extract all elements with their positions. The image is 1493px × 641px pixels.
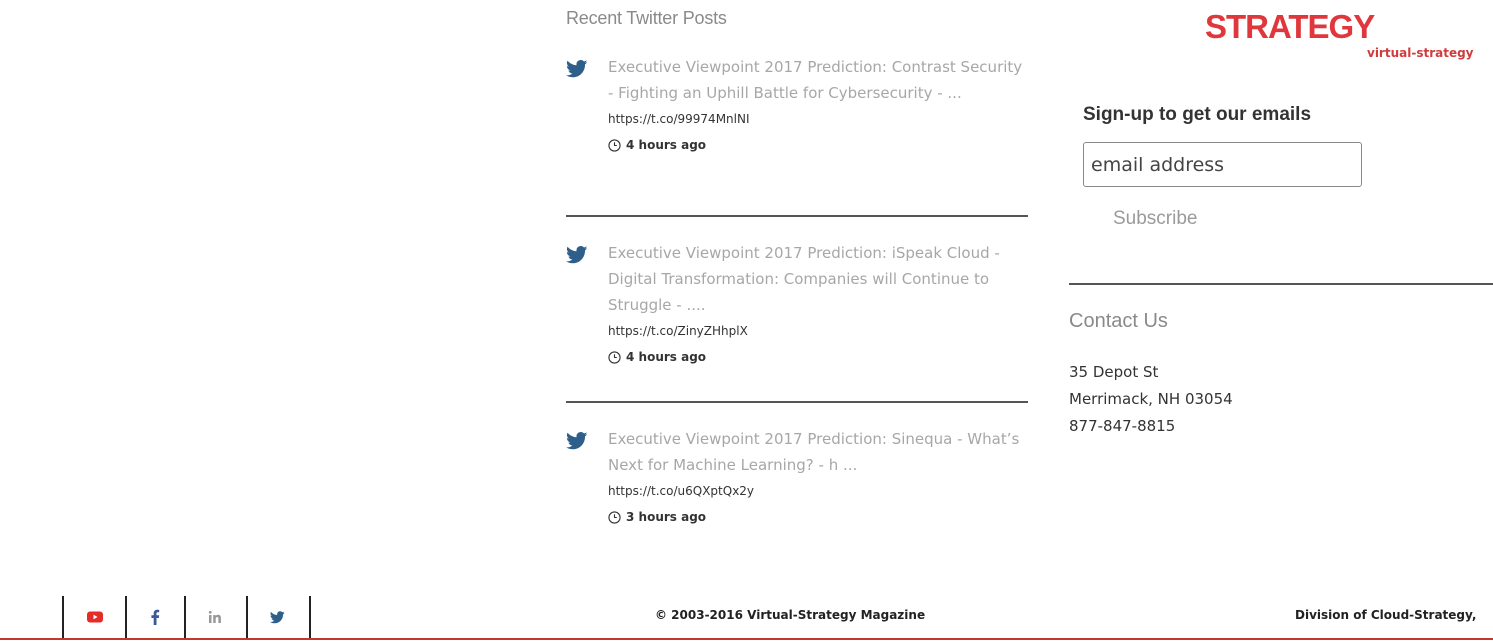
linkedin-icon[interactable] (204, 606, 226, 628)
contact-street: 35 Depot St (1069, 363, 1159, 381)
contact-city: Merrimack, NH 03054 (1069, 390, 1233, 408)
footer-separator (309, 596, 311, 638)
signup-title: Sign-up to get our emails (1083, 104, 1312, 125)
footer-separator (62, 596, 64, 638)
tweet-time: 3 hours ago (608, 506, 1028, 528)
subscribe-button[interactable]: Subscribe (1113, 208, 1198, 230)
division-text: Division of Cloud-Strategy, (1295, 608, 1477, 622)
divider (566, 215, 1028, 217)
facebook-icon[interactable] (144, 606, 166, 628)
twitter-bird-icon (566, 60, 588, 78)
divider (566, 401, 1028, 403)
tweet-link[interactable]: https://t.co/ZinyZHhplX (608, 320, 1028, 342)
footer-separator (246, 596, 248, 638)
twitter-bird-icon (566, 246, 588, 264)
tweet-time-label: 4 hours ago (626, 138, 707, 152)
footer-rule (0, 638, 1493, 640)
youtube-icon[interactable] (84, 606, 106, 628)
contact-title: Contact Us (1069, 310, 1168, 332)
copyright-text: © 2003-2016 Virtual-Strategy Magazine (655, 608, 926, 622)
tweet-text[interactable]: Executive Viewpoint 2017 Prediction: iSp… (608, 240, 1028, 318)
tweet-time: 4 hours ago (608, 346, 1028, 368)
footer-separator (184, 596, 186, 638)
logo-url-text: virtual-strategy (1367, 46, 1474, 60)
twitter-icon[interactable] (266, 606, 288, 628)
clock-icon (608, 138, 621, 152)
strategy-logo[interactable]: STRATEGY (1205, 8, 1375, 46)
tweet-link[interactable]: https://t.co/99974MnlNI (608, 108, 1028, 130)
contact-phone: 877-847-8815 (1069, 417, 1176, 435)
clock-icon (608, 510, 621, 524)
twitter-heading: Recent Twitter Posts (566, 8, 727, 28)
footer-separator (125, 596, 127, 638)
tweet-time: 4 hours ago (608, 134, 1028, 156)
tweet-link[interactable]: https://t.co/u6QXptQx2y (608, 480, 1028, 502)
twitter-bird-icon (566, 432, 588, 450)
tweet-text[interactable]: Executive Viewpoint 2017 Prediction: Con… (608, 54, 1028, 106)
clock-icon (608, 350, 621, 364)
divider (1069, 283, 1493, 285)
tweet-time-label: 4 hours ago (626, 350, 707, 364)
tweet-text[interactable]: Executive Viewpoint 2017 Prediction: Sin… (608, 426, 1028, 478)
email-field[interactable] (1083, 142, 1362, 187)
tweet-time-label: 3 hours ago (626, 510, 707, 524)
